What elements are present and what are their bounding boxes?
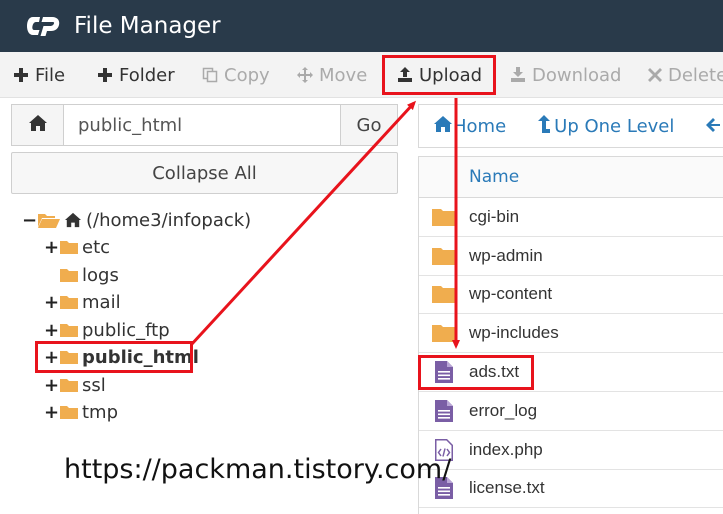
upload-label: Upload	[419, 64, 483, 86]
expand-plus-icon[interactable]: +	[44, 402, 59, 423]
path-input[interactable]	[64, 105, 340, 145]
upload-icon	[397, 67, 413, 83]
back-button[interactable]: B	[706, 116, 723, 137]
folder-open-icon	[38, 212, 60, 228]
expand-plus-icon[interactable]: +	[44, 375, 59, 396]
table-row[interactable]: license.txt	[419, 470, 723, 509]
table-row[interactable]: ads.txt	[419, 353, 723, 392]
level-up-icon	[538, 114, 551, 138]
toolbar: File Folder Copy Move Upload Download De…	[0, 52, 723, 98]
folder-icon	[60, 378, 78, 392]
new-file-label: File	[35, 64, 66, 86]
home-path-button[interactable]	[12, 105, 64, 145]
file-nav-bar: Home Up One Level B	[418, 104, 723, 148]
plus-icon	[97, 67, 113, 83]
file-name: ads.txt	[469, 362, 520, 382]
table-row[interactable]: wp-includes	[419, 314, 723, 354]
text-file-icon	[419, 361, 469, 384]
up-one-level-label: Up One Level	[554, 115, 675, 137]
file-name: index.php	[469, 439, 543, 459]
path-bar: Go	[11, 104, 398, 146]
expand-plus-icon[interactable]: +	[44, 292, 59, 313]
file-name: cgi-bin	[469, 206, 520, 226]
copy-icon	[202, 67, 218, 83]
up-one-level-button[interactable]: Up One Level	[538, 114, 675, 138]
download-label: Download	[532, 64, 622, 86]
tree-item-mail[interactable]: + mail	[44, 289, 121, 315]
table-row[interactable]: wp-admin	[419, 237, 723, 276]
tree-root-label: (/home3/infopack)	[86, 209, 252, 231]
download-icon	[510, 67, 526, 83]
tree-item-ssl[interactable]: + ssl	[44, 372, 106, 398]
home-nav-button[interactable]: Home	[433, 115, 506, 138]
collapse-minus-icon[interactable]: −	[22, 210, 37, 231]
tree-item-label: ssl	[82, 374, 106, 396]
plus-icon	[13, 67, 29, 83]
home-icon	[64, 212, 82, 228]
arrow-left-icon	[706, 116, 721, 137]
copy-label: Copy	[224, 64, 270, 86]
tree-item-logs[interactable]: logs	[44, 262, 119, 288]
name-column-header[interactable]: Name	[469, 167, 519, 187]
file-name: wp-admin	[469, 245, 543, 265]
tree-item-label: public_html	[82, 346, 199, 368]
go-button[interactable]: Go	[340, 105, 397, 145]
tree-item-label: etc	[82, 236, 111, 258]
file-table: Name cgi-bin wp-admin wp-content wp-incl…	[418, 156, 723, 514]
folder-icon	[60, 405, 78, 419]
tree-item-label: mail	[82, 291, 121, 313]
home-icon	[433, 115, 453, 138]
delete-label: Delete	[668, 64, 723, 86]
cpanel-logo-icon	[26, 14, 64, 38]
table-row[interactable]: error_log	[419, 392, 723, 431]
table-row[interactable]: index.php	[419, 431, 723, 470]
move-label: Move	[319, 64, 368, 86]
folder-icon	[419, 208, 469, 226]
expand-plus-icon[interactable]: +	[44, 320, 59, 341]
table-row[interactable]: wp-content	[419, 276, 723, 315]
tree-item-label: public_ftp	[82, 319, 170, 341]
download-button[interactable]: Download	[510, 52, 621, 98]
home-icon	[28, 114, 48, 137]
tree-item-public-ftp[interactable]: + public_ftp	[44, 317, 170, 343]
copy-button[interactable]: Copy	[202, 52, 270, 98]
close-icon	[648, 68, 662, 82]
new-folder-button[interactable]: Folder	[97, 52, 175, 98]
text-file-icon	[419, 399, 469, 422]
app-header: File Manager	[0, 0, 723, 52]
tree-item-tmp[interactable]: + tmp	[44, 399, 118, 425]
tree-root[interactable]: − (/home3/infopack)	[22, 207, 251, 233]
upload-button[interactable]: Upload	[397, 52, 482, 98]
folder-icon	[60, 240, 78, 254]
folder-icon	[419, 324, 469, 343]
tree-item-label: tmp	[82, 401, 119, 423]
table-row[interactable]: cgi-bin	[419, 198, 723, 237]
new-file-button[interactable]: File	[13, 52, 65, 98]
tree-item-etc[interactable]: + etc	[44, 234, 110, 260]
file-name: wp-includes	[469, 323, 559, 343]
tree-item-public-html[interactable]: + public_html	[44, 344, 199, 370]
table-header: Name	[419, 156, 723, 198]
folder-icon	[60, 295, 78, 309]
folder-icon	[60, 323, 78, 337]
collapse-all-button[interactable]: Collapse All	[11, 152, 398, 194]
home-nav-label: Home	[453, 115, 507, 137]
tree-item-label: logs	[82, 264, 119, 286]
folder-icon	[60, 350, 78, 364]
folder-icon	[419, 285, 469, 304]
file-name: error_log	[469, 400, 538, 420]
delete-button[interactable]: Delete	[648, 52, 723, 98]
move-button[interactable]: Move	[297, 52, 367, 98]
app-title: File Manager	[74, 13, 221, 39]
move-icon	[297, 67, 313, 83]
file-name: wp-content	[469, 284, 553, 304]
new-folder-label: Folder	[119, 64, 175, 86]
watermark-url: https://packman.tistory.com/	[64, 454, 452, 485]
folder-icon	[419, 247, 469, 265]
folder-icon	[60, 268, 78, 282]
file-name: license.txt	[469, 478, 545, 498]
expand-plus-icon[interactable]: +	[44, 237, 59, 258]
expand-plus-icon[interactable]: +	[44, 347, 59, 368]
